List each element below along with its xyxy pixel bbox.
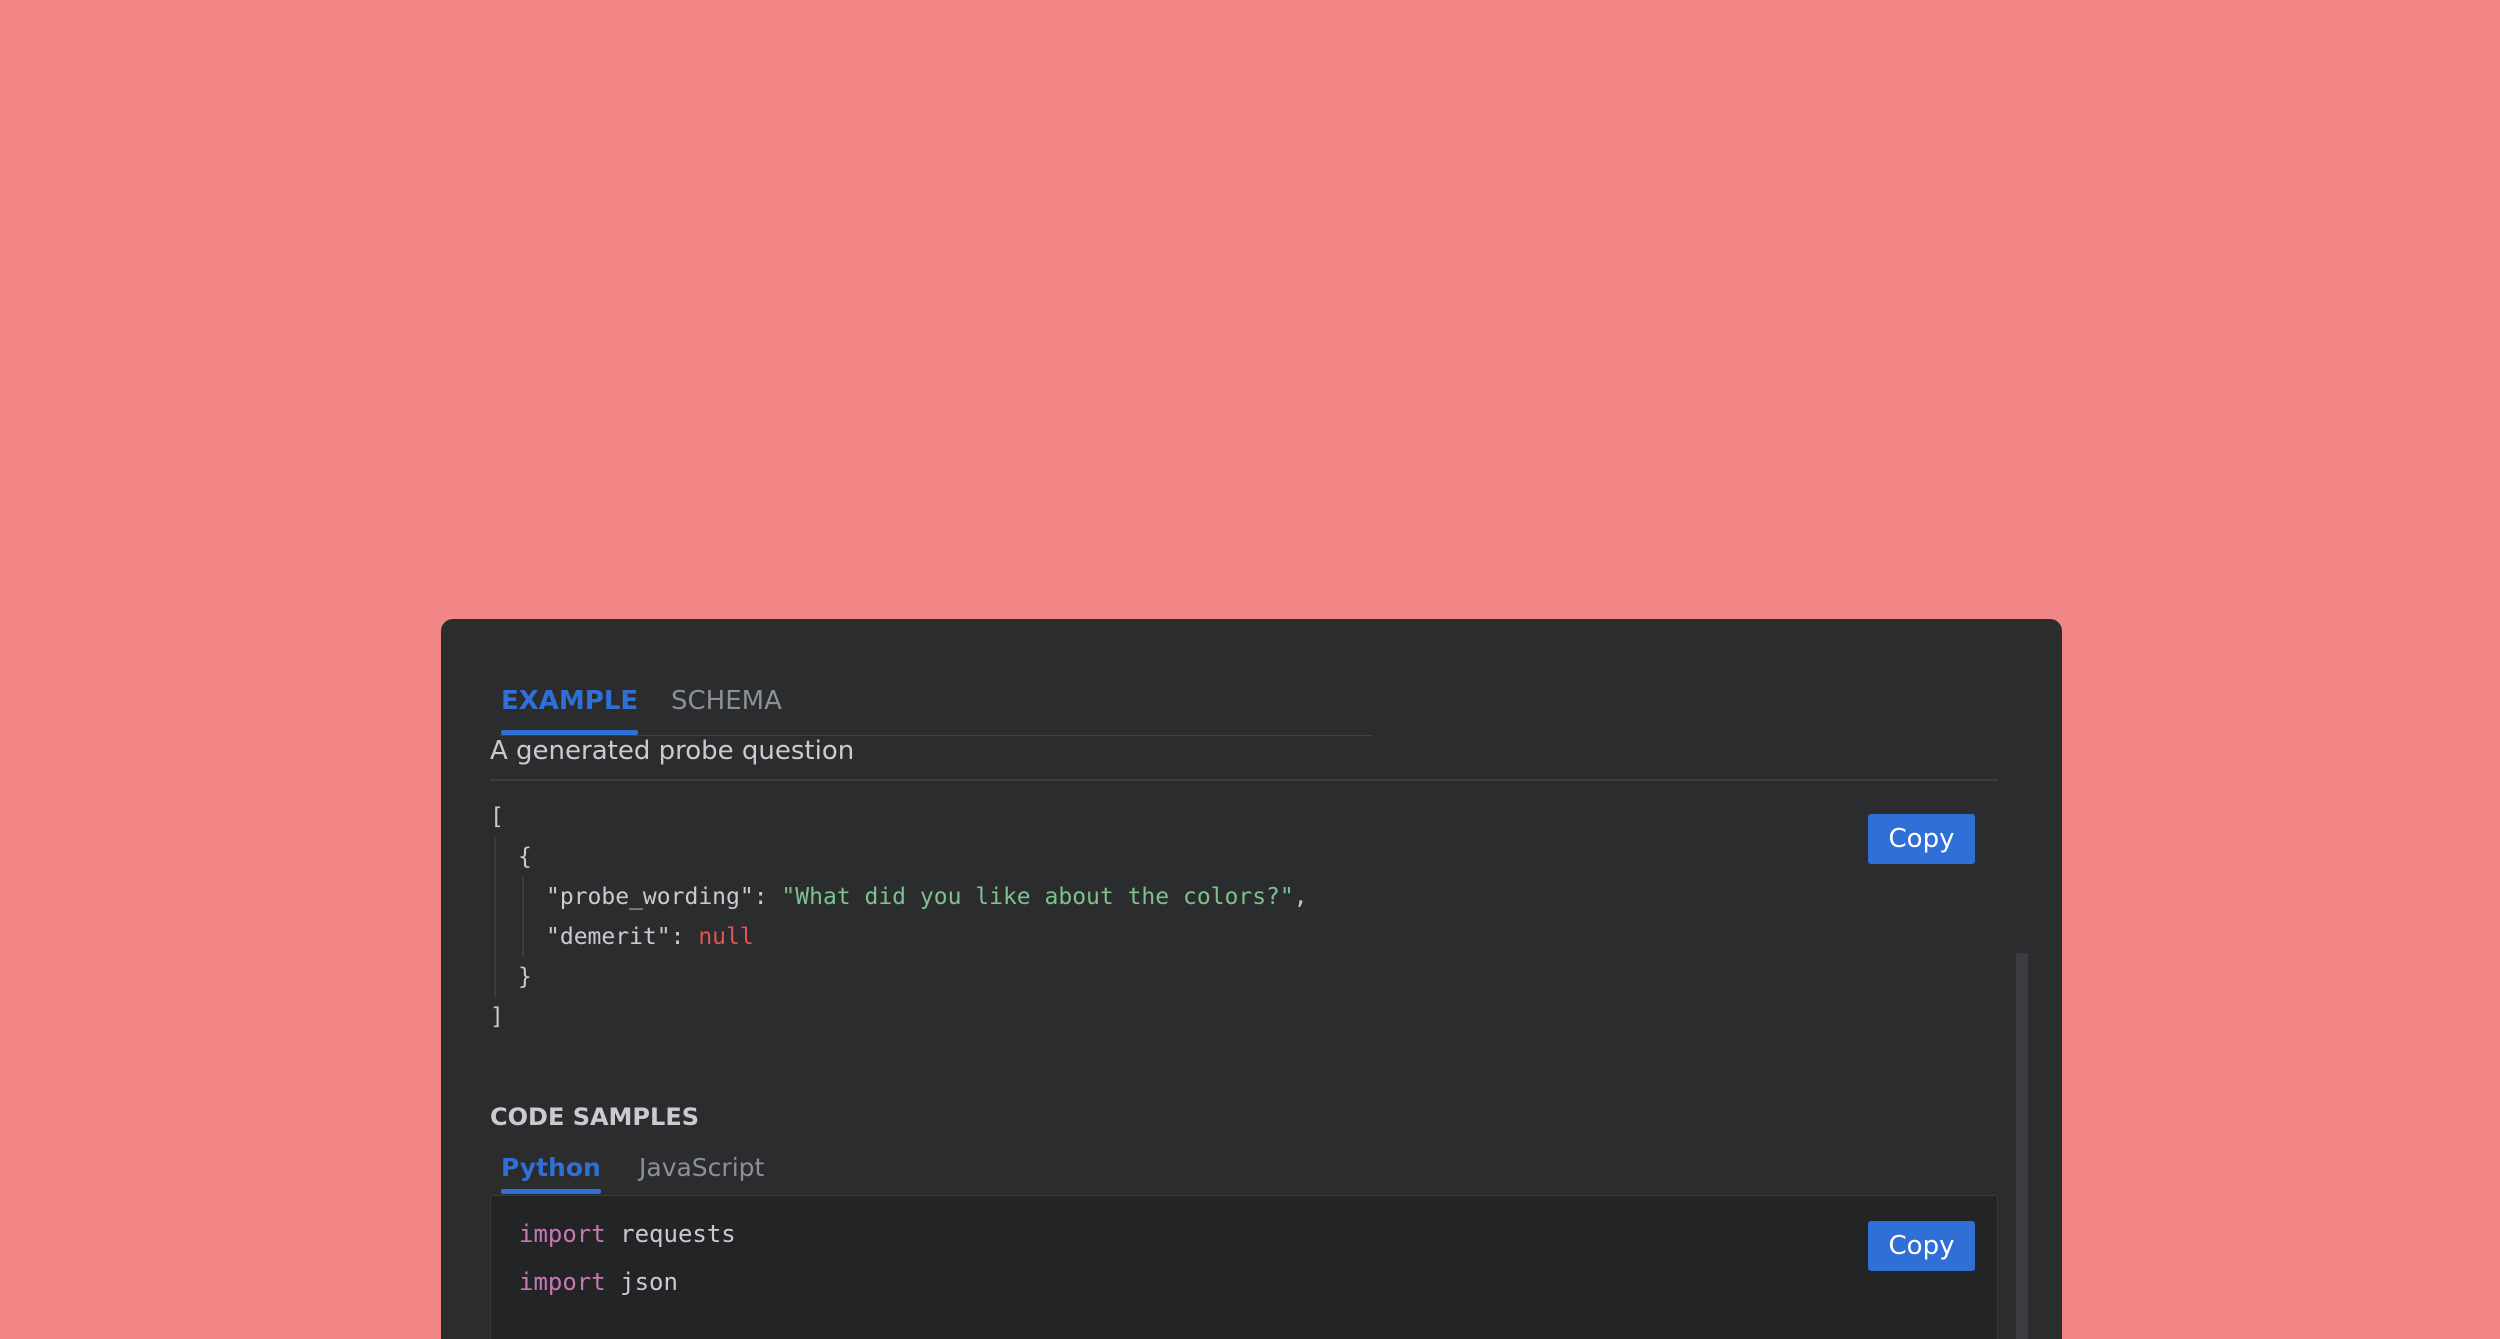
indent-guide <box>494 837 496 997</box>
code-sample-box: import requests import json <box>490 1195 1998 1339</box>
response-tabs: EXAMPLE SCHEMA <box>499 670 1372 736</box>
divider <box>490 779 1998 781</box>
code-line: import json <box>519 1258 736 1306</box>
json-open-brace: { <box>518 844 532 870</box>
copy-json-button[interactable]: Copy <box>1868 814 1975 864</box>
code-samples-title: CODE SAMPLES <box>490 1103 699 1131</box>
code-keyword: import <box>519 1268 606 1296</box>
tab-javascript[interactable]: JavaScript <box>639 1145 764 1191</box>
indent-guide <box>522 877 524 957</box>
response-samples-panel: EXAMPLE SCHEMA A generated probe questio… <box>441 619 2062 1339</box>
json-example: [ { "probe_wording": "What did you like … <box>490 797 1790 1037</box>
json-comma: , <box>1293 884 1308 910</box>
json-key: "demerit": <box>546 924 699 950</box>
tab-schema[interactable]: SCHEMA <box>671 670 782 732</box>
json-string-value: "What did you like about the colors?" <box>781 884 1294 910</box>
json-line-demerit: "demerit": null <box>490 917 1790 957</box>
json-close-bracket: ] <box>490 1004 504 1030</box>
tab-example[interactable]: EXAMPLE <box>501 670 639 735</box>
copy-code-button[interactable]: Copy <box>1868 1221 1975 1271</box>
response-description: A generated probe question <box>490 736 855 766</box>
language-tabs: Python JavaScript <box>499 1145 899 1195</box>
json-line-probe-wording: "probe_wording": "What did you like abou… <box>490 877 1790 917</box>
scrollbar[interactable] <box>2016 953 2028 1339</box>
json-open-bracket: [ <box>490 804 504 830</box>
code-line: import requests <box>519 1210 736 1258</box>
code-text: json <box>605 1268 678 1296</box>
json-null-value: null <box>698 924 754 950</box>
code-text: requests <box>605 1220 736 1248</box>
json-close-brace: } <box>518 964 532 990</box>
tab-python[interactable]: Python <box>501 1145 601 1194</box>
code-lines: import requests import json <box>519 1210 736 1306</box>
json-key: "probe_wording": <box>546 884 782 910</box>
code-keyword: import <box>519 1220 606 1248</box>
